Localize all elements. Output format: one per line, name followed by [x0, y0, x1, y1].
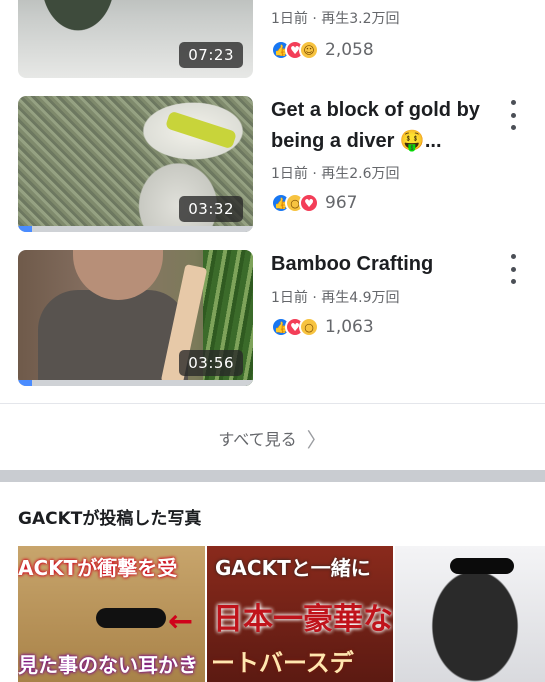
reaction-count: 2,058: [325, 40, 374, 60]
video-thumbnail-1[interactable]: 07:23: [18, 0, 253, 78]
video-meta: 1日前 · 再生3.2万回: [271, 11, 400, 27]
video-thumbnail-2[interactable]: 03:32: [18, 96, 253, 232]
photo-caption-bottom: 見た事のない耳かき: [18, 653, 198, 677]
progress-bar: [18, 226, 253, 232]
haha-icon: ☺: [299, 40, 319, 60]
gold-block: [164, 110, 238, 150]
video-title[interactable]: Get a block of gold by being a diver 🤑..…: [271, 95, 501, 157]
video-title[interactable]: Bamboo Crafting: [271, 249, 501, 280]
see-all-button[interactable]: すべて見る 〉: [0, 420, 545, 456]
reactions-summary[interactable]: 👍 ♥ ○ 1,063: [271, 317, 374, 337]
photo-caption-bottom: ートバースデ: [211, 649, 354, 677]
reactions-summary[interactable]: 👍 ○ ♥ 967: [271, 193, 357, 213]
reactions-summary[interactable]: 👍 ♥ ☺ 2,058: [271, 40, 374, 60]
photo-thumbnail-1[interactable]: ← ACKTが衝撃を受 見た事のない耳かき: [18, 546, 205, 682]
section-separator: [0, 470, 545, 482]
video-duration: 03:56: [179, 350, 243, 376]
more-options-icon[interactable]: [504, 100, 522, 130]
sunglasses: [96, 608, 166, 628]
divider: [0, 403, 545, 404]
see-all-label: すべて見る: [218, 430, 297, 449]
love-icon: ♥: [299, 193, 319, 213]
video-meta: 1日前 · 再生2.6万回: [271, 166, 400, 182]
sunglasses: [450, 558, 514, 574]
photo-caption-top: ACKTが衝撃を受: [18, 556, 178, 580]
progress-fill: [18, 380, 33, 386]
arrow-left-icon: ←: [168, 604, 194, 639]
reaction-count: 1,063: [325, 317, 374, 337]
photo-thumbnail-2[interactable]: GACKTと一緒に 日本一豪華な ートバースデ: [207, 546, 393, 682]
progress-fill: [18, 226, 33, 232]
photo-caption-middle: 日本一豪華な: [213, 602, 393, 637]
photo-caption-top: GACKTと一緒に: [215, 556, 371, 580]
chevron-right-icon: 〉: [306, 427, 327, 452]
video-thumbnail-3[interactable]: 03:56: [18, 250, 253, 386]
video-duration: 07:23: [179, 42, 243, 68]
wow-icon: ○: [299, 317, 319, 337]
more-options-icon[interactable]: [504, 254, 522, 284]
photo-thumbnail-3[interactable]: [395, 546, 545, 682]
progress-bar: [18, 380, 253, 386]
photos-section-title: GACKTが投稿した写真: [18, 509, 202, 529]
reaction-count: 967: [325, 193, 358, 213]
video-meta: 1日前 · 再生4.9万回: [271, 290, 400, 306]
video-duration: 03:32: [179, 196, 243, 222]
